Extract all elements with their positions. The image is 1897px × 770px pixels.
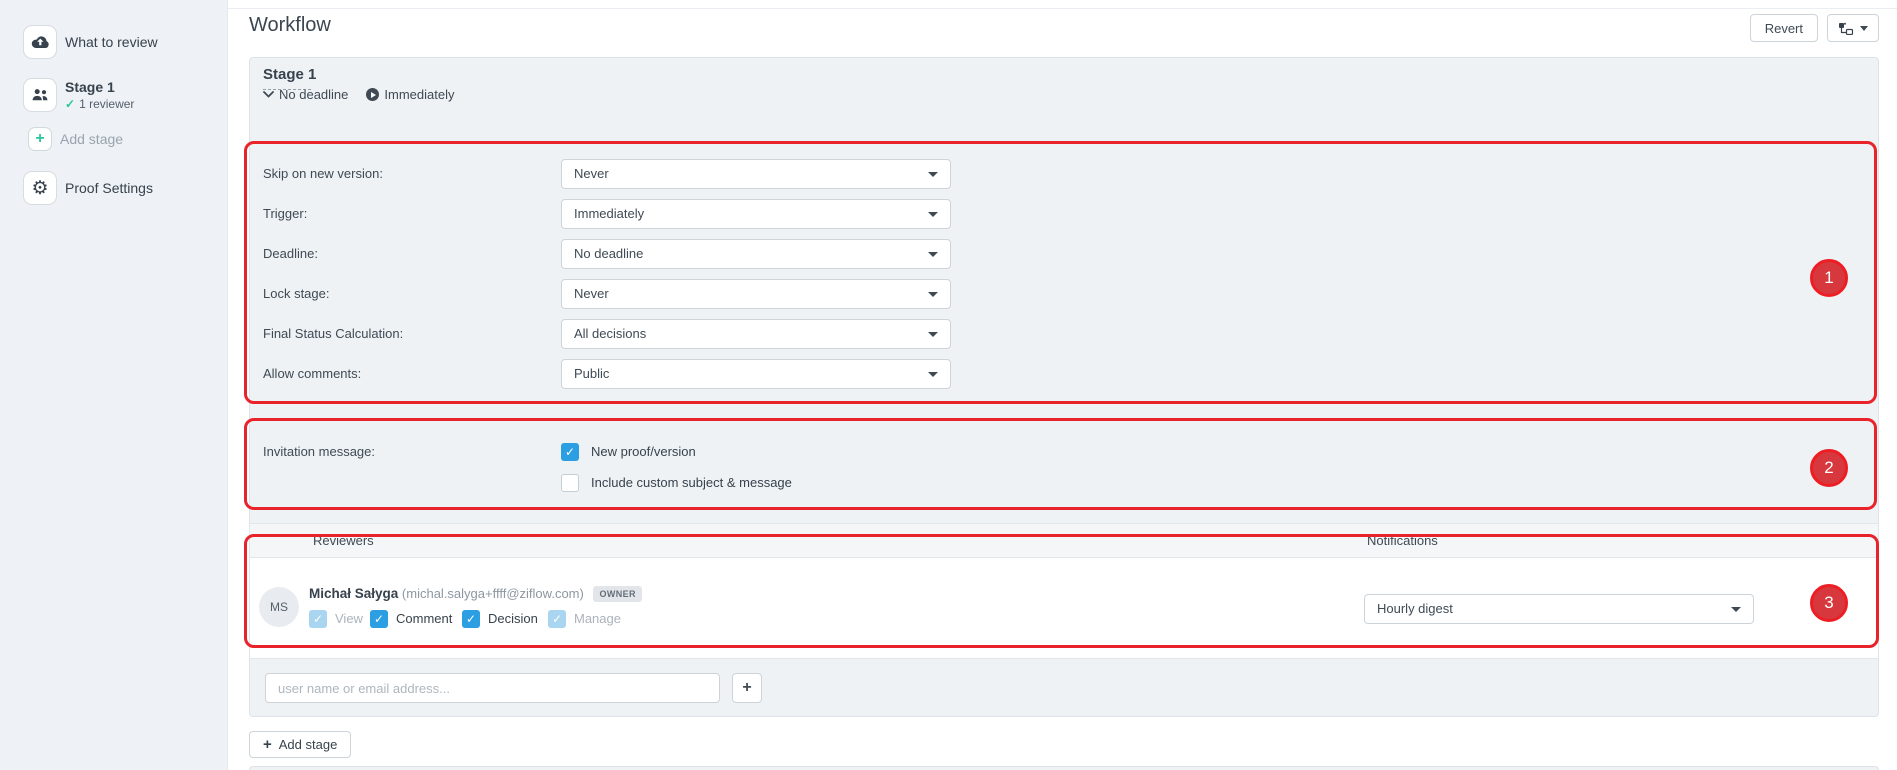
sidebar-stage-status: ✓ 1 reviewer xyxy=(65,97,134,111)
caret-down-icon xyxy=(1860,26,1868,31)
reviewer-identity: Michał Sałyga (michal.salyga+ffff@ziflow… xyxy=(309,586,642,602)
invitation-message-label: Invitation message: xyxy=(263,443,553,461)
reviewer-name: Michał Sałyga xyxy=(309,586,398,601)
owner-badge: OWNER xyxy=(593,586,642,602)
workflow-editor: What to review Stage 1 ✓ 1 reviewer xyxy=(0,0,1897,770)
stage-panel: Stage 1 No deadline Immediately Skip on … xyxy=(249,57,1879,717)
gear-icon: ⚙ xyxy=(23,171,57,205)
notifications-select[interactable]: Hourly digest xyxy=(1364,594,1754,624)
annotation-box-2 xyxy=(244,418,1877,510)
sidebar-item-what-to-review[interactable]: What to review xyxy=(0,25,227,59)
reviewers-column-header: Reviewers xyxy=(313,533,374,548)
permission-view-checkbox: ✓ xyxy=(309,610,327,628)
deadline-select[interactable]: No deadline xyxy=(561,239,951,269)
plus-icon: + xyxy=(263,736,272,753)
sidebar-item-label: What to review xyxy=(65,34,158,50)
reviewer-email: (michal.salyga+ffff@ziflow.com) xyxy=(402,586,584,601)
lock-stage-select[interactable]: Never xyxy=(561,279,951,309)
field-label-skip-on-new-version: Skip on new version: xyxy=(263,159,553,189)
avatar: MS xyxy=(259,587,299,627)
field-label-trigger: Trigger: xyxy=(263,199,553,229)
reviewers-people-icon xyxy=(23,78,57,112)
workflow-template-button[interactable] xyxy=(1827,14,1879,42)
trigger-summary-label: Immediately xyxy=(384,87,454,102)
chevron-down-icon[interactable] xyxy=(263,91,274,98)
field-label-final-status-calculation: Final Status Calculation: xyxy=(263,319,553,349)
plus-icon: + xyxy=(28,127,52,151)
page-title: Workflow xyxy=(249,14,331,37)
reviewer-count-label: 1 reviewer xyxy=(79,97,134,111)
annotation-badge-2: 2 xyxy=(1810,449,1848,487)
sidebar-stage-title: Stage 1 xyxy=(65,79,134,95)
top-divider xyxy=(228,8,1897,9)
final-status-calculation-select[interactable]: All decisions xyxy=(561,319,951,349)
sidebar-item-label: Proof Settings xyxy=(65,180,153,196)
annotation-badge-1: 1 xyxy=(1810,259,1848,297)
permission-manage-checkbox: ✓ xyxy=(548,610,566,628)
check-icon: ✓ xyxy=(65,97,75,111)
header-actions: Revert xyxy=(1750,14,1879,42)
sidebar-item-label: Add stage xyxy=(60,131,123,147)
reviewers-table-header: Reviewers Notifications xyxy=(250,524,1878,558)
reviewers-table: Reviewers Notifications MS Michał Sałyga… xyxy=(249,523,1879,659)
sidebar-item-add-stage[interactable]: + Add stage xyxy=(0,127,227,151)
stage-summary-row: No deadline Immediately xyxy=(263,87,454,102)
allow-comments-select[interactable]: Public xyxy=(561,359,951,389)
sidebar: What to review Stage 1 ✓ 1 reviewer xyxy=(0,0,228,770)
sidebar-item-stage-1[interactable]: Stage 1 ✓ 1 reviewer xyxy=(0,78,227,112)
deadline-summary-label: No deadline xyxy=(279,87,348,102)
permission-view-label: View xyxy=(335,610,363,628)
permission-decision-label: Decision xyxy=(488,610,538,628)
next-panel-edge xyxy=(249,766,1879,770)
new-proof-version-label: New proof/version xyxy=(591,443,696,461)
field-label-lock-stage: Lock stage: xyxy=(263,279,553,309)
sidebar-item-proof-settings[interactable]: ⚙ Proof Settings xyxy=(0,171,227,205)
add-reviewer-button[interactable]: + xyxy=(732,673,762,703)
add-stage-button[interactable]: + Add stage xyxy=(249,731,351,758)
field-label-allow-comments: Allow comments: xyxy=(263,359,553,389)
field-label-deadline: Deadline: xyxy=(263,239,553,269)
main-content: Workflow Revert Stage 1 No d xyxy=(228,0,1897,770)
notifications-column-header: Notifications xyxy=(1367,533,1438,548)
add-stage-button-label: Add stage xyxy=(279,737,338,752)
permission-comment-label: Comment xyxy=(396,610,452,628)
permission-decision-checkbox[interactable]: ✓ xyxy=(462,610,480,628)
skip-on-new-version-select[interactable]: Never xyxy=(561,159,951,189)
revert-button[interactable]: Revert xyxy=(1750,14,1818,42)
trigger-select[interactable]: Immediately xyxy=(561,199,951,229)
permission-manage-label: Manage xyxy=(574,610,621,628)
add-reviewer-input[interactable] xyxy=(265,673,720,703)
new-proof-version-checkbox[interactable]: ✓ xyxy=(561,443,579,461)
cloud-upload-icon xyxy=(23,25,57,59)
workflow-tree-icon xyxy=(1838,22,1854,35)
include-custom-subject-label: Include custom subject & message xyxy=(591,474,792,492)
stage-title[interactable]: Stage 1 xyxy=(263,66,316,83)
include-custom-subject-checkbox[interactable] xyxy=(561,474,579,492)
trigger-icon xyxy=(366,88,379,101)
permission-comment-checkbox[interactable]: ✓ xyxy=(370,610,388,628)
